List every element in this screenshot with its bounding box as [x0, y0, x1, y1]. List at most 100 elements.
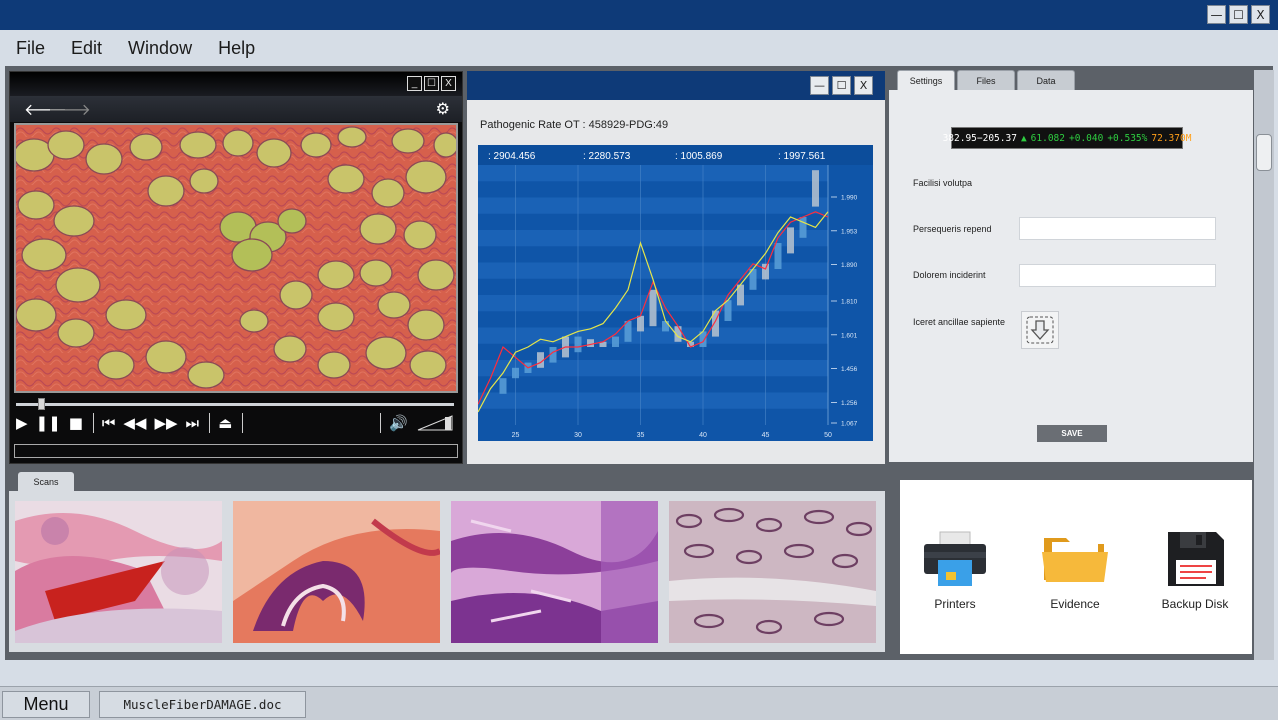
scrollbar-thumb[interactable]	[1256, 134, 1272, 171]
forward-arrow-icon[interactable]: 🡒	[48, 99, 91, 120]
download-button[interactable]	[1021, 311, 1059, 349]
chart-window-titlebar: — ☐ X	[467, 71, 885, 100]
chart-maximize-button[interactable]: ☐	[832, 76, 851, 95]
taskbar-document-tab[interactable]: MuscleFiberDAMAGE.doc	[99, 691, 306, 718]
persequeris-input[interactable]	[1019, 217, 1216, 240]
candle	[724, 300, 732, 321]
skip-back-icon[interactable]: ⏮	[102, 414, 116, 432]
scan-thumbnail[interactable]	[669, 501, 876, 643]
y-tick-label: 1.953	[841, 228, 858, 235]
menu-bar: File Edit Window Help	[0, 30, 1278, 66]
candle	[762, 263, 769, 280]
evidence-label: Evidence	[1050, 597, 1100, 611]
settings-content: 382.95−205.37 ▲ 61.082 +0.040 +0.535% 72…	[889, 90, 1253, 462]
scan-thumbnail[interactable]	[15, 501, 222, 643]
fast-forward-icon[interactable]: ▶▶	[154, 414, 177, 432]
vertical-scrollbar[interactable]	[1254, 70, 1274, 660]
volume-slider[interactable]	[416, 414, 454, 432]
candle	[637, 315, 644, 332]
chart-stripe	[478, 392, 828, 409]
save-button[interactable]: SAVE	[1037, 425, 1107, 442]
player-maximize-button[interactable]: ☐	[424, 76, 439, 91]
scan-thumbnail[interactable]	[451, 501, 658, 643]
menu-file[interactable]: File	[16, 38, 45, 59]
play-icon[interactable]: ▶	[16, 414, 28, 432]
chart-minimize-button[interactable]: —	[810, 76, 829, 95]
tab-data[interactable]: Data	[1017, 70, 1075, 90]
close-button[interactable]: X	[1251, 5, 1270, 24]
scan-image-2	[233, 501, 440, 643]
label-dolorem: Dolorem inciderint	[913, 270, 986, 280]
y-tick-label: 1.990	[841, 195, 858, 202]
ticker-range: 382.95−205.37	[942, 132, 1017, 144]
seek-knob[interactable]	[37, 398, 45, 410]
menu-help[interactable]: Help	[218, 38, 255, 59]
candle	[662, 321, 669, 332]
candle	[774, 243, 782, 269]
y-tick-label: 1.256	[841, 400, 858, 407]
menu-window[interactable]: Window	[128, 38, 192, 59]
scan-thumbnail[interactable]	[233, 501, 440, 643]
ticker-volume: 72.370M	[1151, 132, 1192, 144]
minimize-button[interactable]: —	[1207, 5, 1226, 24]
chart-readout: : 2904.456	[488, 151, 536, 162]
stop-icon[interactable]: ■	[69, 414, 83, 432]
x-tick-label: 30	[574, 432, 582, 439]
separator	[380, 413, 382, 433]
candle	[574, 336, 582, 353]
pause-icon[interactable]: ❚❚	[36, 414, 61, 432]
y-tick-label: 1.067	[841, 421, 858, 428]
dolorem-input[interactable]	[1019, 264, 1216, 287]
label-persequeris: Persequeris repend	[913, 224, 992, 234]
label-facilisi: Facilisi volutpa	[913, 178, 973, 188]
label-iceret: Iceret ancillae sapiente	[913, 317, 1006, 327]
chart-readout: : 1997.561	[778, 151, 826, 162]
evidence-shortcut[interactable]: Evidence	[1020, 530, 1130, 611]
candle	[649, 289, 657, 327]
tab-scans[interactable]: Scans	[18, 472, 74, 492]
rewind-icon[interactable]: ◀◀	[123, 414, 146, 432]
x-tick-label: 50	[824, 432, 832, 439]
chart-readout: : 2280.573	[583, 151, 631, 162]
skip-forward-icon[interactable]: ⏭	[186, 414, 200, 432]
gear-icon[interactable]: ⚙	[436, 99, 450, 119]
maximize-button[interactable]: ☐	[1229, 5, 1248, 24]
scan-image-1	[15, 501, 222, 643]
menu-edit[interactable]: Edit	[71, 38, 102, 59]
ticker-change: +0.040	[1069, 132, 1104, 144]
player-close-button[interactable]: X	[441, 76, 456, 91]
candle	[512, 367, 519, 379]
chart-close-button[interactable]: X	[854, 76, 873, 95]
seek-bar[interactable]	[16, 398, 454, 410]
taskbar: Menu MuscleFiberDAMAGE.doc	[0, 686, 1278, 720]
candle	[612, 336, 619, 347]
settings-tabs: Settings Files Data	[897, 70, 1075, 90]
tab-settings[interactable]: Settings	[897, 70, 955, 90]
floppy-disk-icon	[1168, 532, 1224, 586]
ticker-up-arrow-icon: ▲	[1020, 132, 1027, 144]
player-nav-bar: 🡐 🡒 ⚙	[10, 96, 462, 122]
video-player: _ ☐ X 🡐 🡒 ⚙ ▶ ❚❚ ■ ⏮ ◀◀ ▶▶ ⏭ ⏏ 🔊	[9, 71, 463, 464]
volume-icon[interactable]: 🔊	[389, 414, 408, 432]
candle	[587, 339, 594, 347]
backup-disk-shortcut[interactable]: Backup Disk	[1140, 530, 1250, 611]
player-minimize-button[interactable]: _	[407, 76, 422, 91]
start-menu-button[interactable]: Menu	[2, 691, 90, 718]
ticker-percent: +0.535%	[1107, 132, 1148, 144]
separator	[92, 413, 94, 433]
y-tick-label: 1.456	[841, 366, 858, 373]
printers-shortcut[interactable]: Printers	[900, 530, 1010, 611]
candle	[812, 170, 819, 207]
separator	[242, 413, 244, 433]
tab-files[interactable]: Files	[957, 70, 1015, 90]
x-tick-label: 40	[699, 432, 707, 439]
playback-controls: ▶ ❚❚ ■ ⏮ ◀◀ ▶▶ ⏭ ⏏ 🔊	[16, 412, 454, 434]
eject-icon[interactable]: ⏏	[218, 414, 232, 432]
printer-icon	[924, 531, 986, 586]
chart-readout: : 1005.869	[675, 151, 723, 162]
devices-panel: Printers Evidence Backup Disk	[900, 480, 1252, 654]
y-tick-label: 1.601	[841, 332, 858, 339]
x-tick-label: 35	[637, 432, 645, 439]
tissue-fat-cells-image	[16, 125, 456, 391]
x-tick-label: 25	[512, 432, 520, 439]
